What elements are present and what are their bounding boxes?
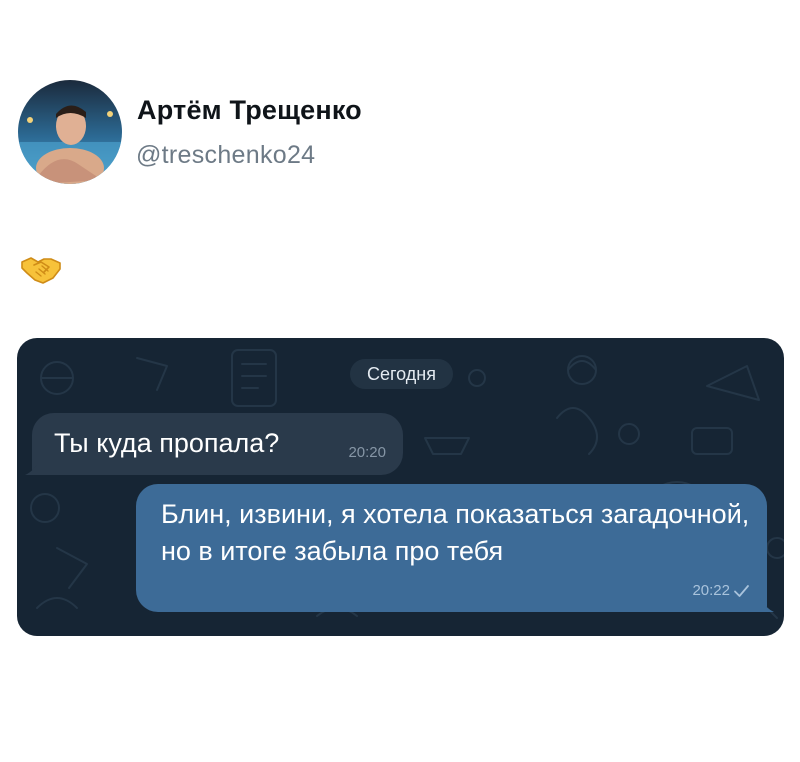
incoming-message-bubble[interactable]: Ты куда пропала? 20:20 xyxy=(25,413,403,475)
message-time: 20:20 xyxy=(348,444,386,461)
bubble-tail xyxy=(25,461,39,475)
message-meta: 20:22 xyxy=(692,582,750,599)
date-separator: Сегодня xyxy=(350,359,453,389)
chat-screenshot: Сегодня Ты куда пропала? 20:20 Блин, изв… xyxy=(17,338,784,636)
check-icon xyxy=(734,584,749,597)
bubble-tail xyxy=(760,598,774,612)
message-text: Блин, извини, я хотела показаться загадо… xyxy=(161,499,750,566)
handshake-icon xyxy=(20,253,62,285)
author-handle[interactable]: @treschenko24 xyxy=(136,141,315,170)
author-name[interactable]: Артём Трещенко xyxy=(137,95,362,126)
message-time: 20:22 xyxy=(692,582,730,599)
avatar[interactable] xyxy=(18,80,122,184)
message-text: Ты куда пропала? xyxy=(54,428,280,458)
outgoing-message-bubble[interactable]: Блин, извини, я хотела показаться загадо… xyxy=(136,484,774,612)
